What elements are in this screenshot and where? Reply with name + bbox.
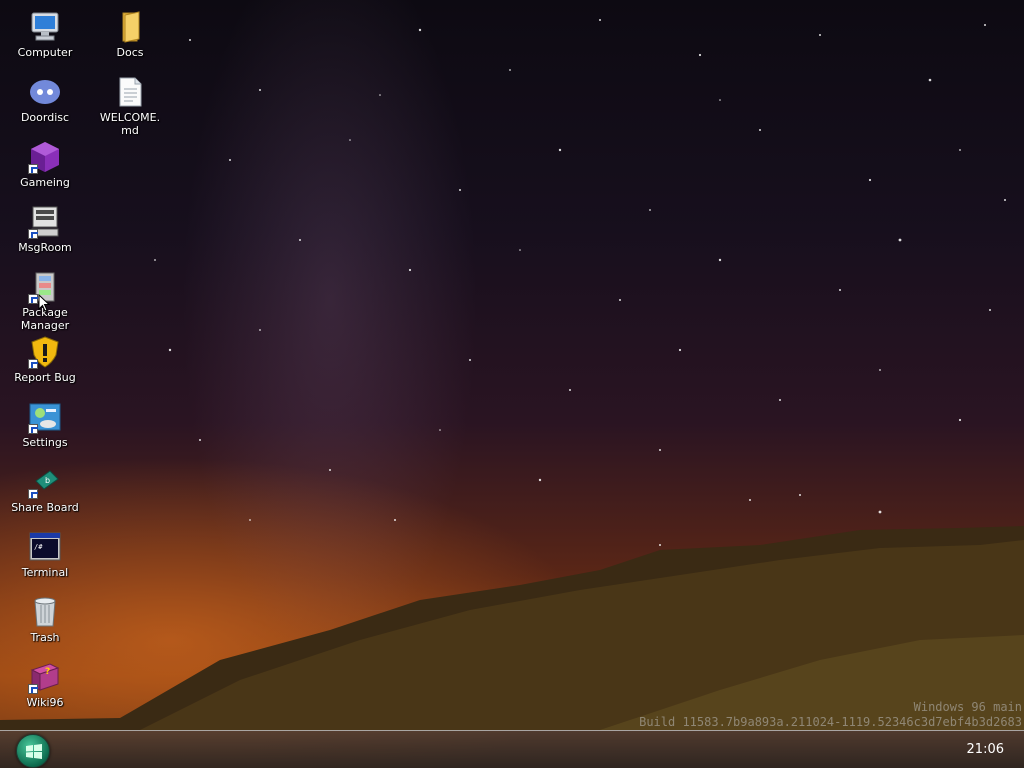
desktop-icon-label: Gameing xyxy=(20,176,70,189)
desktop-icon-label: Settings xyxy=(22,436,68,449)
shortcut-arrow-icon xyxy=(28,229,38,239)
desktop-icon-label: Report Bug xyxy=(14,371,76,384)
msgroom-icon xyxy=(28,205,62,239)
desktop-icon-label: Computer xyxy=(17,46,73,59)
shield-warning-icon xyxy=(28,335,62,369)
desktop-icon-label: Doordisc xyxy=(20,111,70,124)
settings-icon xyxy=(28,400,62,434)
folder-icon xyxy=(113,10,147,44)
svg-text:/#: /# xyxy=(34,543,43,551)
svg-text:b: b xyxy=(45,476,50,485)
watermark-product: Windows 96 main xyxy=(913,700,1022,714)
start-button[interactable] xyxy=(16,734,50,768)
taskbar-clock[interactable]: 21:06 xyxy=(967,742,1004,757)
desktop-icon-msgroom[interactable]: MsgRoom xyxy=(5,205,85,254)
desktop-icon-trash[interactable]: Trash xyxy=(5,595,85,644)
desktop-icon-label: Docs xyxy=(116,46,144,59)
svg-text:?: ? xyxy=(45,667,50,677)
desktop-icon-docs[interactable]: Docs xyxy=(90,10,170,59)
shortcut-arrow-icon xyxy=(28,684,38,694)
windows-logo-icon xyxy=(26,744,42,759)
desktop-icon-doordisc[interactable]: Doordisc xyxy=(5,75,85,124)
desktop-icon-label: WELCOME. md xyxy=(99,111,161,137)
desktop-icon-wiki96[interactable]: ? Wiki96 xyxy=(5,660,85,709)
document-icon xyxy=(113,75,147,109)
shortcut-arrow-icon xyxy=(28,164,38,174)
shortcut-arrow-icon xyxy=(28,424,38,434)
computer-icon xyxy=(28,10,62,44)
terminal-icon: /# xyxy=(28,530,62,564)
desktop-icon-settings[interactable]: Settings xyxy=(5,400,85,449)
build-watermark: Windows 96 main Build 11583.7b9a893a.211… xyxy=(639,700,1022,730)
desktop-icon-label: Wiki96 xyxy=(26,696,64,709)
shortcut-arrow-icon xyxy=(28,489,38,499)
desktop-icon-share-board[interactable]: b Share Board xyxy=(5,465,85,514)
book-icon: ? xyxy=(28,660,62,694)
taskbar: 21:06 xyxy=(0,730,1024,768)
shortcut-arrow-icon xyxy=(28,294,38,304)
desktop-icon-computer[interactable]: Computer xyxy=(5,10,85,59)
cube-icon xyxy=(28,140,62,174)
desktop-icon-welcome[interactable]: WELCOME. md xyxy=(90,75,170,137)
mouse-cursor-icon xyxy=(38,293,51,316)
shortcut-arrow-icon xyxy=(28,359,38,369)
desktop-icon-label: MsgRoom xyxy=(18,241,72,254)
desktop-icon-report-bug[interactable]: Report Bug xyxy=(5,335,85,384)
discord-icon xyxy=(28,75,62,109)
desktop-icon-label: Share Board xyxy=(11,501,79,514)
desktop-icon-gameing[interactable]: Gameing xyxy=(5,140,85,189)
trash-icon xyxy=(28,595,62,629)
shareboard-icon: b xyxy=(28,465,62,499)
desktop-icon-label: Trash xyxy=(30,631,60,644)
desktop-icon-terminal[interactable]: /# Terminal xyxy=(5,530,85,579)
watermark-build: Build 11583.7b9a893a.211024-1119.52346c3… xyxy=(639,715,1022,729)
desktop-icon-label: Terminal xyxy=(21,566,69,579)
